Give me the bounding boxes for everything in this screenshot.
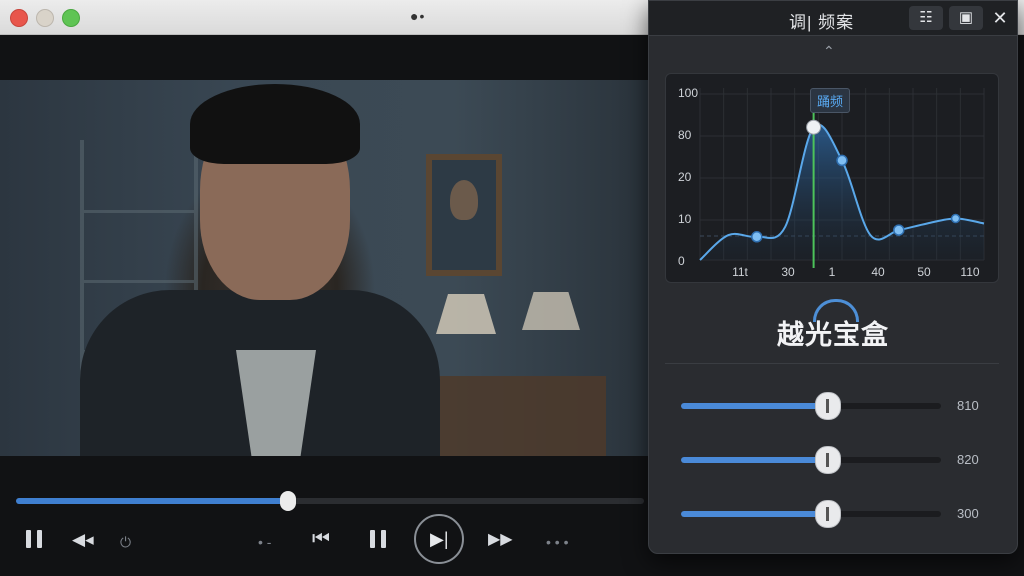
y-tick-label: 0: [678, 254, 685, 268]
slider-3-value: 300: [957, 506, 979, 521]
close-window-button[interactable]: [10, 9, 28, 27]
power-button[interactable]: ⏻: [120, 532, 131, 552]
maximize-window-button[interactable]: [62, 9, 80, 27]
previous-icon: ◀◂: [72, 530, 94, 549]
seek-bar-handle[interactable]: [279, 491, 296, 511]
x-tick-label: 11t: [732, 265, 748, 279]
power-icon: ⏻: [120, 534, 132, 550]
slider-3[interactable]: [681, 500, 941, 528]
slider-fill: [681, 511, 827, 517]
slider-1-value: 810: [957, 398, 979, 413]
collapse-chevron-icon[interactable]: ⌃: [823, 43, 835, 60]
eq-control-point: [836, 154, 848, 167]
slider-1[interactable]: [681, 392, 941, 420]
desk: [430, 376, 606, 456]
panel-window-button[interactable]: ▣: [949, 6, 983, 30]
slider-fill: [681, 403, 827, 409]
minimize-window-button[interactable]: [36, 9, 54, 27]
pause-icon: [370, 530, 386, 548]
pause-icon: [26, 530, 42, 548]
slider-fill: [681, 457, 827, 463]
slider-handle[interactable]: [814, 500, 841, 528]
slider-2-value: 820: [957, 452, 979, 467]
eq-selected-point: [806, 119, 822, 135]
portrait-frame: [426, 154, 502, 276]
fast-forward-icon: ▶▶: [488, 531, 513, 548]
dots-icon: • -: [258, 534, 272, 550]
more-right-button[interactable]: • • •: [546, 532, 568, 552]
panel-settings-button[interactable]: ☷: [909, 6, 943, 30]
pause-center-button[interactable]: [370, 530, 386, 552]
equalizer-panel: 调| 频案 ☷ ▣ ✕ ⌃ 100 80 20 10 0 11t 30 1 40…: [648, 0, 1018, 554]
equalizer-chart[interactable]: 100 80 20 10 0 11t 30 1 40 50 110 踊频: [665, 73, 999, 283]
frequency-tooltip: 踊频: [810, 88, 851, 113]
slider-handle[interactable]: [814, 392, 841, 420]
more-left-button[interactable]: • -: [258, 532, 271, 552]
play-pause-button[interactable]: ▶|: [414, 514, 464, 564]
skip-back-icon: ⏮: [312, 528, 330, 550]
eq-control-point: [893, 224, 905, 236]
panel-close-button[interactable]: ✕: [983, 6, 1017, 30]
person-hair: [190, 84, 360, 164]
x-tick-label: 40: [871, 265, 885, 279]
x-tick-label: 110: [960, 265, 980, 279]
slider-handle[interactable]: [814, 446, 841, 474]
window-icon: ▣: [958, 9, 974, 26]
panel-title: 调| 频案: [789, 13, 855, 32]
panel-header: 调| 频案 ☷ ▣ ✕: [649, 1, 1017, 36]
y-tick-label: 80: [678, 128, 692, 142]
seek-bar-fill: [16, 498, 288, 504]
close-icon: ✕: [992, 8, 1008, 28]
window-title: ●•: [410, 8, 426, 24]
lamp: [522, 292, 580, 330]
eq-control-point: [751, 231, 763, 243]
brand-name: 越光宝盒: [777, 320, 889, 350]
x-tick-label: 30: [781, 265, 795, 279]
x-tick-label: 50: [917, 265, 931, 279]
previous-frame-button[interactable]: ◀◂: [72, 530, 94, 550]
x-tick-label: 1: [828, 265, 836, 279]
seek-bar[interactable]: [16, 491, 644, 511]
list-icon: ☷: [919, 9, 933, 26]
y-tick-label: 20: [678, 170, 692, 184]
dots-icon: • • •: [546, 534, 569, 550]
video-frame[interactable]: [0, 80, 648, 456]
y-tick-label: 100: [678, 86, 699, 100]
eq-control-point: [950, 213, 961, 224]
pause-button[interactable]: [26, 530, 42, 552]
skip-back-button[interactable]: ⏮: [312, 529, 330, 549]
divider: [665, 363, 999, 364]
fast-forward-button[interactable]: ▶▶: [488, 530, 513, 550]
y-tick-label: 10: [678, 212, 692, 226]
play-icon: ▶|: [430, 529, 449, 549]
lamp: [436, 294, 496, 334]
slider-2[interactable]: [681, 446, 941, 474]
